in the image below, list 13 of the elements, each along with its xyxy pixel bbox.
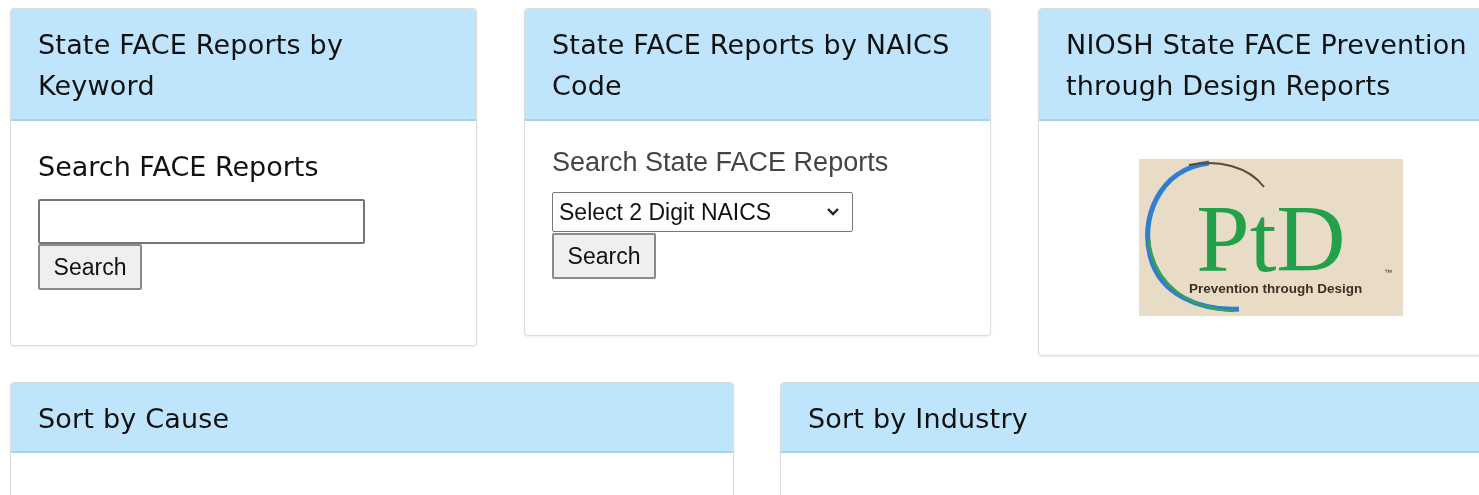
card-title: State FACE Reports by Keyword [38, 28, 345, 103]
card-title: NIOSH State FACE Prevention through Design Reports [1066, 28, 1468, 103]
search-field[interactable] [38, 199, 365, 244]
ptd-logo[interactable]: PtD ™ Prevention through Design [1139, 159, 1403, 316]
naics-dropdown[interactable]: Select 2 Digit NAICS [552, 192, 853, 232]
card-title: Sort by Industry [808, 402, 1029, 436]
card-title: State FACE Reports by NAICS Code [552, 28, 951, 103]
search-label: Search State FACE Reports [552, 147, 890, 178]
chevron-down-icon [826, 207, 840, 217]
search-button[interactable]: Search [552, 233, 656, 279]
search-heading: Search FACE Reports [38, 150, 320, 184]
card-title: Sort by Cause [38, 402, 231, 436]
search-button[interactable]: Search [38, 244, 142, 290]
